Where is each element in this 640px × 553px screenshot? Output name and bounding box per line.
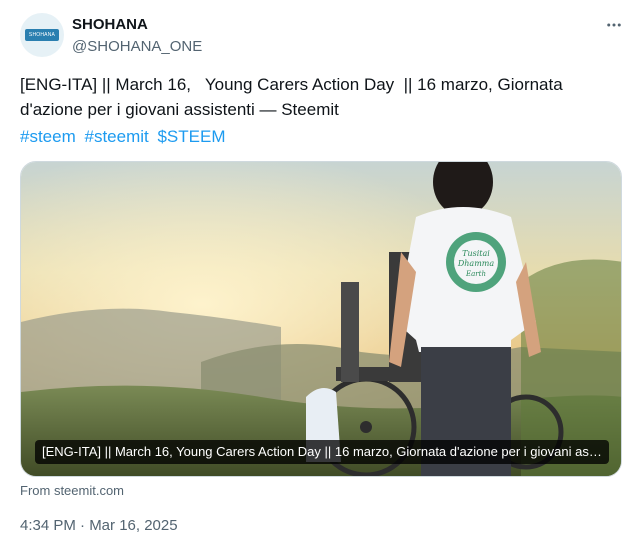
tweet-text: [ENG-ITA] || March 16, Young Carers Acti… bbox=[20, 75, 568, 119]
avatar-logo: SHOHANA bbox=[25, 29, 59, 41]
link-preview-card[interactable]: Tusitai Dhamma Earth [ENG-ITA] || March … bbox=[20, 161, 622, 477]
hashtag-steemit[interactable]: #steemit bbox=[84, 127, 148, 146]
shirt-text-2: Dhamma bbox=[457, 259, 495, 268]
card-image: Tusitai Dhamma Earth bbox=[21, 162, 621, 476]
shirt-text-1: Tusitai bbox=[462, 249, 490, 258]
author-handle[interactable]: @SHOHANA_ONE bbox=[72, 38, 202, 55]
tweet-timestamp[interactable]: 4:34 PM · Mar 16, 2025 bbox=[20, 517, 178, 534]
hashtag-steem[interactable]: #steem bbox=[20, 127, 76, 146]
link-source[interactable]: From steemit.com bbox=[20, 483, 124, 498]
shirt-text-3: Earth bbox=[465, 270, 486, 278]
more-dots-icon bbox=[607, 23, 621, 27]
cashtag-steem[interactable]: $STEEM bbox=[157, 127, 225, 146]
card-title: [ENG-ITA] || March 16, Young Carers Acti… bbox=[35, 440, 609, 464]
avatar[interactable]: SHOHANA bbox=[20, 13, 64, 57]
more-options-button[interactable] bbox=[600, 14, 628, 36]
avatar-text: SHOHANA bbox=[28, 32, 56, 38]
author-name[interactable]: SHOHANA bbox=[72, 16, 148, 33]
hashtag-row: #steem #steemit $STEEM bbox=[20, 124, 230, 149]
